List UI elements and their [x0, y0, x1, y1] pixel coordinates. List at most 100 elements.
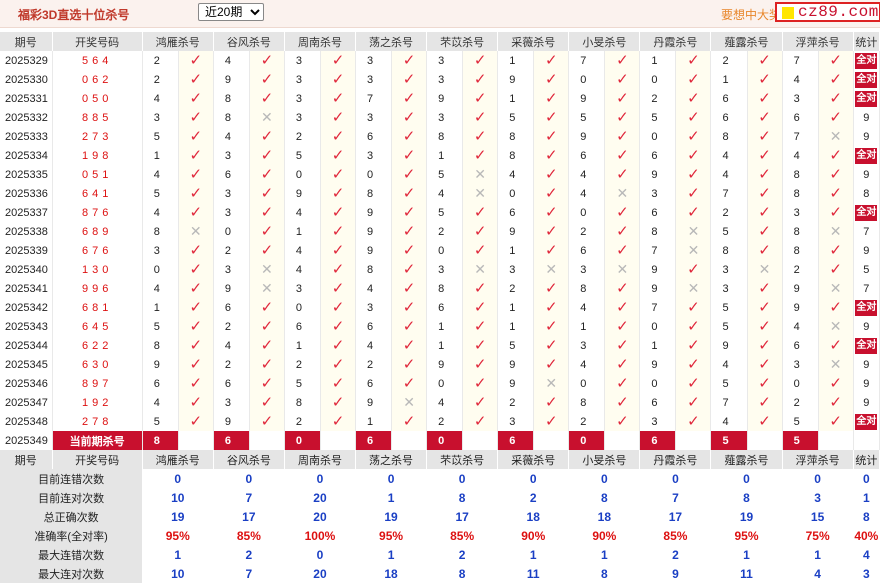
kill-number-cell: 0: [497, 184, 535, 203]
summary-label: 最大连对次数: [0, 564, 143, 583]
kill-result-cell: ✓: [178, 355, 214, 374]
kill-number-cell: 3: [213, 203, 250, 222]
table-row: 2025347 192 4 ✓ 3 ✓ 8 ✓ 9 ✕ 4 ✓ 2 ✓ 8 ✓ 6 ✓ 7 ✓ 2 ✓ 9: [0, 393, 880, 412]
check-icon: ✓: [687, 204, 700, 221]
kill-number-cell: 6: [639, 393, 677, 412]
column-header: 期号: [0, 450, 53, 469]
kill-number-cell: 3: [497, 412, 535, 431]
kill-number-cell: 9: [639, 165, 677, 184]
kill-number-cell: 9: [355, 222, 393, 241]
check-icon: ✓: [189, 128, 203, 145]
kill-number-cell: 4: [355, 336, 393, 355]
cross-icon: ✕: [189, 223, 202, 239]
check-icon: ✓: [331, 52, 345, 69]
check-icon: ✓: [473, 109, 487, 126]
check-icon: ✓: [260, 394, 274, 411]
kill-result-cell: ✓: [391, 412, 428, 431]
kill-result-cell: ✓: [462, 70, 499, 89]
kill-number-cell: 1: [639, 51, 677, 70]
kill-number-cell: 3: [213, 146, 250, 165]
kill-result-cell: ✓: [533, 336, 570, 355]
kill-result-cell: ✓: [249, 317, 285, 336]
check-icon: ✓: [473, 413, 487, 430]
kill-result-cell: ✓: [533, 317, 570, 336]
summary-value: 0: [142, 469, 214, 488]
kill-result-cell: ✓: [675, 260, 712, 279]
stat-cell: 全对: [853, 336, 880, 355]
check-icon: ✓: [687, 299, 700, 316]
check-icon: ✓: [616, 223, 629, 240]
kill-number-cell: 3: [710, 260, 748, 279]
draw-number-cell: 192: [52, 393, 143, 412]
range-select[interactable]: 近20期: [198, 3, 264, 21]
check-icon: ✓: [687, 337, 700, 354]
kill-result-cell: ✓: [533, 127, 570, 146]
draw-number-cell: 645: [52, 317, 143, 336]
kill-result-cell: ✓: [249, 298, 285, 317]
kill-result-cell: ✓: [818, 203, 854, 222]
spacer-cell: [533, 431, 570, 450]
kill-number-cell: 8: [426, 279, 464, 298]
check-icon: ✓: [473, 147, 487, 164]
summary-label: 总正确次数: [0, 507, 143, 526]
current-period-cell: 2025349: [0, 431, 53, 450]
check-icon: ✓: [544, 52, 558, 69]
summary-value: 1: [782, 545, 854, 564]
check-icon: ✓: [189, 185, 203, 202]
check-icon: ✓: [260, 166, 274, 183]
period-cell: 2025345: [0, 355, 53, 374]
kill-number-cell: 4: [426, 393, 464, 412]
kill-number-cell: 2: [213, 355, 250, 374]
cross-icon: ✕: [474, 261, 487, 277]
kill-result-cell: ✓: [818, 108, 854, 127]
check-icon: ✓: [331, 318, 345, 335]
kill-number-cell: 2: [497, 393, 535, 412]
kill-result-cell: ✓: [391, 127, 428, 146]
kill-result-cell: ✓: [249, 184, 285, 203]
kill-number-cell: 9: [710, 336, 748, 355]
cross-icon: ✕: [261, 261, 273, 277]
check-icon: ✓: [331, 223, 345, 240]
kill-result-cell: ✓: [249, 127, 285, 146]
cross-icon: ✕: [687, 223, 700, 239]
kill-result-cell: ✓: [320, 317, 357, 336]
kill-result-cell: ✓: [391, 279, 428, 298]
check-icon: ✓: [758, 394, 771, 411]
kill-number-cell: 3: [284, 279, 321, 298]
kill-number-cell: 5: [142, 127, 179, 146]
kill-number-cell: 8: [710, 127, 748, 146]
period-cell: 2025336: [0, 184, 53, 203]
check-icon: ✓: [758, 185, 771, 202]
site-logo[interactable]: cz89.com: [775, 2, 880, 22]
kill-result-cell: ✓: [391, 89, 428, 108]
summary-value: 7: [213, 564, 285, 583]
check-icon: ✓: [189, 90, 203, 107]
period-cell: 2025332: [0, 108, 53, 127]
check-icon: ✓: [687, 261, 700, 278]
summary-label: 目前连对次数: [0, 488, 143, 507]
kill-number-cell: 4: [142, 89, 179, 108]
table-row: 2025344 622 8 ✓ 4 ✓ 1 ✓ 4 ✓ 1 ✓ 5 ✓ 3 ✓ 1 ✓ 9 ✓ 6 ✓ 全对: [0, 336, 880, 355]
kill-result-cell: ✓: [818, 184, 854, 203]
check-icon: ✓: [331, 242, 345, 259]
summary-value: 95%: [710, 526, 783, 545]
stat-cell: 全对: [853, 51, 880, 70]
spacer-cell: [249, 431, 285, 450]
kill-result-cell: ✓: [675, 203, 712, 222]
check-icon: ✓: [260, 375, 274, 392]
current-kill-label: 当前期杀号: [52, 431, 143, 450]
check-icon: ✓: [473, 128, 487, 145]
check-icon: ✓: [687, 166, 700, 183]
kill-result-cell: ✓: [604, 127, 641, 146]
kill-number-cell: 2: [355, 355, 393, 374]
kill-number-cell: 8: [782, 165, 819, 184]
kill-number-cell: 8: [497, 127, 535, 146]
promo-text[interactable]: 要想中大奖: [721, 6, 781, 23]
check-icon: ✓: [758, 356, 771, 373]
column-header: 谷风杀号: [213, 450, 285, 469]
draw-number-cell: 564: [52, 51, 143, 70]
kill-number-cell: 8: [213, 108, 250, 127]
current-kill-number: 6: [639, 431, 677, 450]
kill-result-cell: ✓: [249, 89, 285, 108]
kill-result-cell: ✓: [320, 393, 357, 412]
